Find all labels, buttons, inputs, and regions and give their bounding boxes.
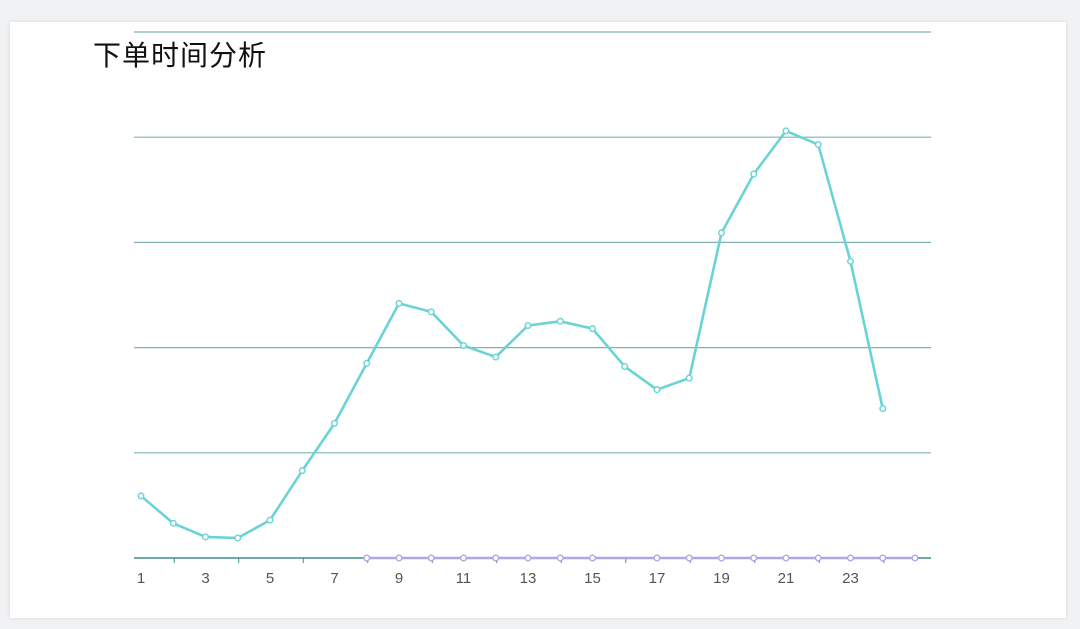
data-point[interactable] [814,141,822,149]
data-point[interactable] [911,554,919,562]
x-tick-label: 11 [456,570,472,587]
x-tick-label: 13 [520,570,537,587]
x-tick-label: 17 [649,570,666,587]
data-point[interactable] [169,519,177,527]
data-point[interactable] [879,554,887,562]
data-point[interactable] [234,534,242,542]
data-point[interactable] [718,554,726,562]
x-tick-label: 1 [137,570,145,587]
data-point[interactable] [298,467,306,475]
data-point[interactable] [814,554,822,562]
data-point[interactable] [460,554,468,562]
data-point[interactable] [427,308,435,316]
data-point[interactable] [492,554,500,562]
data-point[interactable] [492,353,500,361]
data-point[interactable] [782,554,790,562]
data-point[interactable] [460,341,468,349]
data-point[interactable] [556,554,564,562]
data-point[interactable] [395,554,403,562]
data-point[interactable] [556,317,564,325]
data-point[interactable] [363,359,371,367]
data-point[interactable] [427,554,435,562]
data-point[interactable] [782,127,790,135]
x-tick-label: 19 [713,570,730,587]
data-point[interactable] [201,533,209,541]
data-point[interactable] [685,554,693,562]
data-point[interactable] [653,386,661,394]
data-point[interactable] [621,363,629,371]
x-tick-label: 7 [330,570,338,587]
data-point[interactable] [524,322,532,330]
data-point[interactable] [685,374,693,382]
data-point[interactable] [395,299,403,307]
data-point[interactable] [879,405,887,413]
data-point[interactable] [847,554,855,562]
x-tick-label: 3 [201,570,209,587]
x-tick-label: 9 [395,570,403,587]
series-line-0 [139,129,885,540]
data-point[interactable] [363,554,371,562]
data-point[interactable] [524,554,532,562]
data-point[interactable] [331,419,339,427]
data-point[interactable] [750,554,758,562]
data-point[interactable] [266,516,274,524]
data-point[interactable] [653,554,661,562]
x-tick-label: 21 [778,570,795,587]
data-point[interactable] [847,257,855,265]
x-tick-label: 23 [842,570,859,587]
series-layer [137,127,919,562]
x-tick-label: 5 [266,570,274,587]
gridlines [134,31,931,454]
data-point[interactable] [589,325,597,333]
x-tick-label: 15 [584,570,601,587]
data-point[interactable] [589,554,597,562]
data-point[interactable] [137,492,145,500]
data-point[interactable] [750,170,758,178]
line-chart: 1 3 5 7 9 11 13 15 17 19 21 23 [134,31,931,587]
data-point[interactable] [718,229,726,237]
x-axis: 1 3 5 7 9 11 13 15 17 19 21 23 [134,557,931,587]
